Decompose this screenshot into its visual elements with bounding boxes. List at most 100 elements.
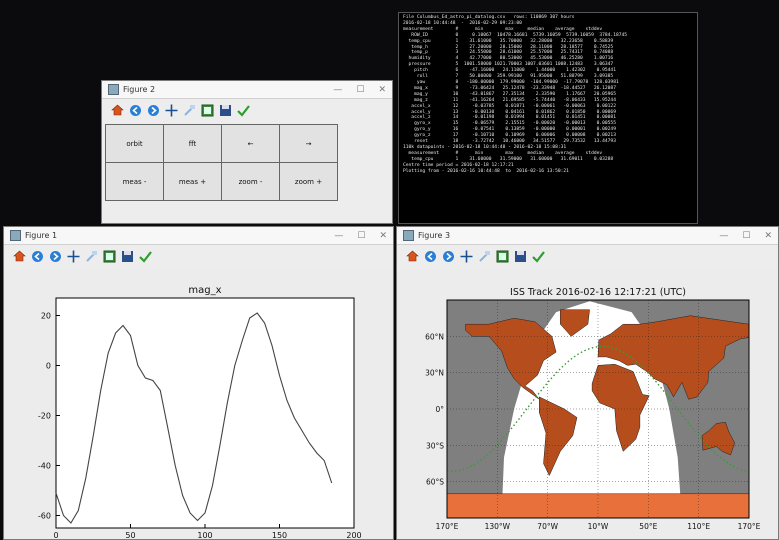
minimize-button[interactable]: — bbox=[333, 85, 342, 95]
zoom-plus-button[interactable]: zoom + bbox=[279, 162, 338, 201]
orbit-button[interactable]: orbit bbox=[105, 124, 164, 163]
magx-window-titlebar[interactable]: Figure 1 — ☐ ✕ bbox=[4, 227, 393, 245]
y-tick-label: -40 bbox=[38, 462, 51, 471]
terminal-line: roll 7 50.00000 359.99100 91.95000 51.88… bbox=[416, 74, 614, 80]
terminal-line: gyro_z 17 -0.10710 0.10969 0.00006 0.000… bbox=[414, 133, 616, 139]
terminal-line: temp_cpu 1 31.60000 31.59000 31.60000 31… bbox=[411, 156, 614, 162]
terminal-line: gyro_y 16 -0.07541 0.13859 -0.00000 0.00… bbox=[414, 127, 616, 133]
maximize-button[interactable]: ☐ bbox=[356, 85, 364, 95]
zoom-minus-button[interactable]: zoom - bbox=[221, 162, 280, 201]
terminal-line: accel_y 13 -0.00130 0.04161 0.01862 0.01… bbox=[411, 109, 616, 115]
forward-icon[interactable] bbox=[146, 103, 160, 117]
lon-label: 110°E bbox=[687, 522, 710, 531]
map-title: ISS Track 2016-02-16 12:17:21 (UTC) bbox=[510, 287, 686, 298]
home-icon[interactable] bbox=[12, 249, 26, 263]
lat-label: 60°S bbox=[426, 478, 444, 487]
terminal-line: temp_h 2 27.20000 28.15000 28.11000 28.1… bbox=[411, 44, 614, 50]
home-icon[interactable] bbox=[405, 249, 419, 263]
control-toolbar bbox=[102, 99, 392, 121]
left-button[interactable]: ← bbox=[221, 124, 280, 163]
terminal-line: Plotting from - 2016-02-16 10:44:48 to 2… bbox=[403, 168, 569, 174]
edit-icon[interactable] bbox=[531, 249, 545, 263]
terminal-line: pressure 5 1001.58000 1021.70003 1007.03… bbox=[408, 62, 614, 68]
close-button[interactable]: ✕ bbox=[378, 85, 386, 95]
figure-icon bbox=[108, 84, 119, 95]
lon-label: 170°E bbox=[436, 522, 459, 531]
edit-icon[interactable] bbox=[138, 249, 152, 263]
chart-title: mag_x bbox=[188, 285, 221, 296]
map-window-titlebar[interactable]: Figure 3 — ☐ ✕ bbox=[397, 227, 778, 245]
fft-button[interactable]: fft bbox=[163, 124, 222, 163]
save-icon[interactable] bbox=[513, 249, 527, 263]
terminal-line: mag_y 10 -43.01867 27.35134 2.33590 1.17… bbox=[414, 91, 616, 97]
lat-label: 0° bbox=[435, 405, 444, 414]
pan-icon[interactable] bbox=[459, 249, 473, 263]
lon-label: 170°E bbox=[738, 522, 761, 531]
magx-window-title: Figure 1 bbox=[25, 231, 58, 240]
y-tick-label: 0 bbox=[46, 362, 51, 371]
terminal-line: mag_x 9 -73.06424 25.12478 -23.33948 -18… bbox=[414, 85, 616, 91]
control-window-title: Figure 2 bbox=[123, 85, 156, 94]
terminal-line: pitch 6 -47.16000 24.11000 1.44000 1.423… bbox=[414, 68, 616, 74]
lon-label: 50°E bbox=[639, 522, 657, 531]
plot-area bbox=[55, 297, 355, 529]
close-button[interactable]: ✕ bbox=[379, 231, 387, 241]
figure-icon bbox=[10, 230, 21, 241]
meas-minus-button[interactable]: meas - bbox=[105, 162, 164, 201]
back-icon[interactable] bbox=[128, 103, 142, 117]
back-icon[interactable] bbox=[30, 249, 44, 263]
terminal-line: accel_x 12 -0.03785 0.01871 -0.00061 -0.… bbox=[411, 103, 616, 109]
save-icon[interactable] bbox=[218, 103, 232, 117]
forward-icon[interactable] bbox=[441, 249, 455, 263]
map-toolbar bbox=[397, 245, 778, 267]
lon-label: 70°W bbox=[537, 522, 558, 531]
zoom-icon[interactable] bbox=[84, 249, 98, 263]
pan-icon[interactable] bbox=[164, 103, 178, 117]
maximize-button[interactable]: ☐ bbox=[357, 231, 365, 241]
y-tick-label: -60 bbox=[38, 512, 51, 521]
terminal-line: temp_p 3 24.55000 28.61000 25.57000 25.7… bbox=[411, 50, 614, 56]
antarctica bbox=[447, 493, 749, 518]
control-window: Figure 2 — ☐ ✕ orbit fft ← → meas - meas + zoom … bbox=[101, 80, 393, 224]
lon-label: 130°W bbox=[485, 522, 511, 531]
lon-label: 10°W bbox=[588, 522, 609, 531]
forward-icon[interactable] bbox=[48, 249, 62, 263]
y-tick-label: 20 bbox=[41, 312, 51, 321]
subplots-icon[interactable] bbox=[102, 249, 116, 263]
map-layer bbox=[447, 300, 749, 518]
maximize-button[interactable]: ☐ bbox=[742, 231, 750, 241]
map-window: Figure 3 — ☐ ✕ ISS Track 2016-02-16 12:17:… bbox=[396, 226, 779, 540]
lat-label: 30°S bbox=[426, 441, 444, 450]
terminal-line: ROW_ID 0 0.10067 10478.16681 5739.16059 … bbox=[411, 32, 628, 38]
terminal-line: yaw 8 -180.00000 179.99000 -104.99000 -1… bbox=[416, 79, 619, 85]
subplots-icon[interactable] bbox=[200, 103, 214, 117]
magx-toolbar bbox=[4, 245, 393, 267]
terminal-line: temp_cpu 1 31.61000 35.70000 32.28000 32… bbox=[408, 38, 614, 44]
subplots-icon[interactable] bbox=[495, 249, 509, 263]
terminal-line: reset 18 -3.72742 10.46000 34.51577 29.7… bbox=[414, 139, 616, 145]
terminal-line: gyro_x 15 -0.06579 2.15515 -0.00020 -0.0… bbox=[414, 121, 616, 127]
terminal-output: File Columbus_Ed_astro_pi_datalog.csv ro… bbox=[399, 13, 697, 176]
edit-icon[interactable] bbox=[236, 103, 250, 117]
iss-map-chart[interactable]: ISS Track 2016-02-16 12:17:21 (UTC) 60°N 3… bbox=[397, 268, 778, 540]
meas-plus-button[interactable]: meas + bbox=[163, 162, 222, 201]
close-button[interactable]: ✕ bbox=[764, 231, 772, 241]
pan-icon[interactable] bbox=[66, 249, 80, 263]
lat-label: 30°N bbox=[425, 369, 444, 378]
minimize-button[interactable]: — bbox=[719, 231, 728, 241]
minimize-button[interactable]: — bbox=[334, 231, 343, 241]
zoom-icon[interactable] bbox=[477, 249, 491, 263]
terminal-line: 2016-02-18 10:44:48 - 2016-02-29 09:23:0… bbox=[403, 20, 522, 26]
terminal-line: Centre time period = 2016-02-18 12:17:21 bbox=[403, 162, 514, 168]
right-button[interactable]: → bbox=[279, 124, 338, 163]
home-icon[interactable] bbox=[110, 103, 124, 117]
back-icon[interactable] bbox=[423, 249, 437, 263]
terminal-line: measurement # min max median average std… bbox=[403, 26, 603, 32]
save-icon[interactable] bbox=[120, 249, 134, 263]
y-tick-label: -20 bbox=[38, 412, 51, 421]
terminal-line: 110k datapoints - 2016-02-18 10:44:48 - … bbox=[403, 144, 567, 150]
control-window-titlebar[interactable]: Figure 2 — ☐ ✕ bbox=[102, 81, 392, 99]
zoom-icon[interactable] bbox=[182, 103, 196, 117]
magx-chart[interactable]: mag_x200-20-40-600 50 100 150 200 bbox=[4, 268, 393, 540]
figure-icon bbox=[403, 230, 414, 241]
